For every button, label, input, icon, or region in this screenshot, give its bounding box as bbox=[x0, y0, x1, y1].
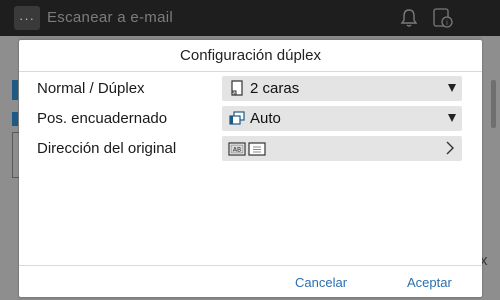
normal-duplex-select[interactable]: 2 caras bbox=[222, 76, 462, 101]
dropdown-arrow-icon bbox=[448, 114, 456, 122]
normal-duplex-value: 2 caras bbox=[250, 80, 300, 97]
binding-position-label: Pos. encuadernado bbox=[37, 110, 168, 127]
original-direction-label: Dirección del original bbox=[37, 140, 177, 157]
top-bar: ··· Escanear a e-mail i bbox=[0, 0, 500, 36]
background-marker bbox=[12, 112, 18, 126]
svg-text:i: i bbox=[446, 19, 448, 27]
app-title: Escanear a e-mail bbox=[47, 9, 173, 26]
bell-icon[interactable] bbox=[397, 6, 421, 30]
background-selected-marker bbox=[12, 80, 18, 100]
original-direction-portrait-icon bbox=[248, 140, 266, 158]
cancel-button[interactable]: Cancelar bbox=[295, 275, 347, 290]
binding-position-icon bbox=[228, 110, 246, 128]
accept-button[interactable]: Aceptar bbox=[407, 275, 452, 290]
menu-dots-icon: ··· bbox=[19, 10, 35, 26]
menu-button[interactable]: ··· bbox=[14, 6, 40, 30]
dialog-footer: Cancelar Aceptar bbox=[19, 265, 482, 298]
original-direction-landscape-icon: AB bbox=[228, 140, 246, 158]
phone-info-icon[interactable]: i bbox=[431, 6, 455, 30]
two-sided-page-icon bbox=[228, 80, 246, 98]
original-direction-button[interactable]: AB bbox=[222, 136, 462, 161]
chevron-right-icon bbox=[446, 141, 454, 160]
dropdown-arrow-icon bbox=[448, 84, 456, 92]
duplex-settings-dialog: Configuración dúplex Normal / Dúplex 2 c… bbox=[19, 40, 482, 297]
svg-text:AB: AB bbox=[233, 146, 241, 153]
normal-duplex-label: Normal / Dúplex bbox=[37, 80, 145, 97]
binding-position-value: Auto bbox=[250, 110, 281, 127]
binding-position-select[interactable]: Auto bbox=[222, 106, 462, 131]
background-scrollbar bbox=[491, 80, 496, 128]
dialog-title: Configuración dúplex bbox=[19, 40, 482, 72]
